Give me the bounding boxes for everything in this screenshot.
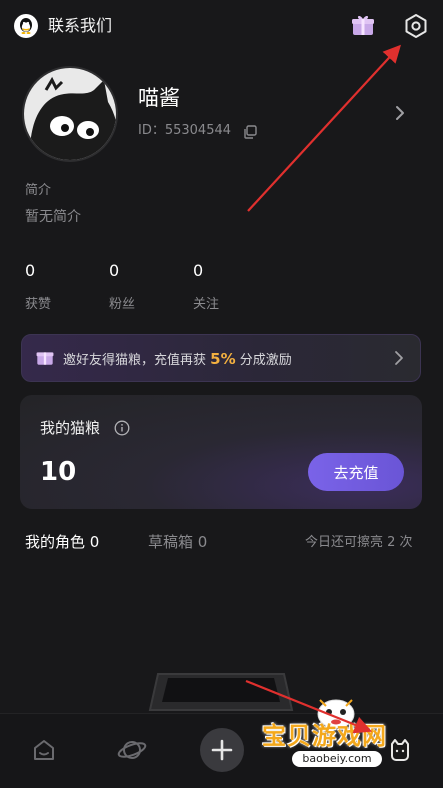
watermark-url: baobeiy.com (292, 751, 382, 767)
add-button[interactable] (200, 728, 244, 772)
wallet-card (20, 395, 422, 509)
arrow-to-settings (247, 44, 401, 212)
copy-icon[interactable] (243, 124, 257, 139)
tab-drafts[interactable]: 草稿箱 0 (148, 532, 207, 552)
profile-chevron-right-icon[interactable] (393, 104, 407, 122)
following-label[interactable]: 关注 (193, 293, 219, 312)
gift-icon[interactable] (350, 12, 376, 38)
bio-text: 暂无简介 (25, 209, 81, 225)
followers-label[interactable]: 粉丝 (109, 293, 135, 312)
banner-chevron-right-icon[interactable] (393, 350, 405, 366)
planet-icon[interactable] (116, 734, 148, 766)
likes-label[interactable]: 获赞 (25, 293, 51, 312)
qq-icon[interactable] (14, 14, 38, 38)
profile-tab-icon[interactable] (386, 736, 414, 764)
followers-count: 0 (109, 261, 120, 280)
info-icon[interactable] (114, 420, 130, 436)
avatar[interactable] (22, 66, 118, 162)
recharge-button[interactable]: 去充值 (308, 453, 404, 491)
bio-label: 简介 (25, 183, 52, 198)
wallet-balance: 10 (40, 457, 77, 487)
wallet-title: 我的猫粮 (40, 419, 101, 437)
gear-icon[interactable] (402, 12, 430, 40)
invite-banner-text: 邀好友得猫粮，充值再获 5% 分成激励 (63, 350, 292, 368)
watermark-logo: 宝贝游戏网 (262, 722, 387, 750)
likes-count: 0 (25, 261, 36, 280)
nickname: 喵酱 (138, 86, 180, 110)
contact-us-link[interactable]: 联系我们 (48, 14, 112, 38)
user-id: ID：55304544 (138, 123, 232, 138)
empty-box-illustration (146, 670, 296, 714)
invite-highlight: 5% (210, 350, 236, 368)
daily-polish-hint: 今日还可擦亮 2 次 (305, 535, 413, 550)
tab-my-roles[interactable]: 我的角色 0 (25, 532, 99, 552)
home-icon[interactable] (30, 736, 58, 764)
following-count: 0 (193, 261, 204, 280)
banner-gift-icon (35, 347, 55, 367)
